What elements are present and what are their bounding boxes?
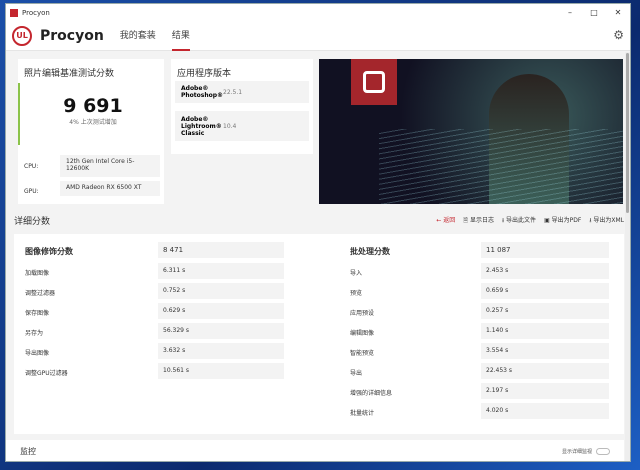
- test-label: 导出图像: [25, 350, 50, 357]
- test-time: 10.561 s: [158, 363, 284, 379]
- test-label: 智能预览: [350, 350, 375, 357]
- cpu-label: CPU:: [24, 163, 39, 170]
- gear-icon[interactable]: ⚙: [613, 28, 624, 42]
- export-xml-label: 导出为XML: [593, 216, 624, 224]
- right-section-title: 批处理分数: [350, 247, 390, 256]
- title-bar: Procyon – □ ✕: [6, 4, 630, 21]
- test-time: 0.257 s: [481, 303, 609, 319]
- scrollbar-thumb[interactable]: [626, 53, 629, 213]
- test-time: 6.311 s: [158, 263, 284, 279]
- test-label: 加载图像: [25, 270, 50, 277]
- back-label: 返回: [443, 216, 456, 224]
- versions-card: 应用程序版本 Adobe® Photoshop® 22.5.1 Adobe® Li…: [171, 59, 313, 154]
- close-button[interactable]: ✕: [606, 8, 630, 17]
- monitor-toggle-label: 显示详细监视: [561, 449, 592, 455]
- test-label: 另存为: [25, 330, 44, 337]
- test-label: 调整GPU过滤器: [25, 370, 68, 377]
- test-label: 编辑图像: [350, 330, 375, 337]
- details-panel: 图像修饰分数 8 471 批处理分数 11 087 加载图像 6.311 s 调整过…: [14, 234, 624, 434]
- app-name: Adobe® Photoshop®: [181, 85, 224, 99]
- test-time: 2.197 s: [481, 383, 609, 399]
- left-section-score: 8 471: [158, 242, 284, 258]
- monitor-title: 监控: [20, 447, 36, 456]
- export-file-label: 导出此文件: [506, 216, 537, 224]
- left-section-title: 图像修饰分数: [25, 247, 73, 256]
- app-version: 22.5.1: [223, 88, 243, 96]
- maximize-button[interactable]: □: [582, 8, 606, 17]
- back-button[interactable]: ← 返回: [436, 215, 455, 226]
- show-log-label: 显示日志: [470, 216, 495, 224]
- ul-logo: UL: [12, 25, 32, 46]
- monitor-bar: 监控 显示详细监视: [6, 440, 624, 461]
- brand-name: Procyon: [40, 27, 104, 44]
- monitor-toggle[interactable]: [596, 448, 610, 455]
- test-label: 调整过滤器: [25, 290, 56, 297]
- test-label: 保存图像: [25, 310, 50, 317]
- detail-toolbar: 详细分数 ← 返回 🗎 显示日志 ⭳ 导出此文件 ▣ 导出为PDF ⭳ 导出为X…: [6, 208, 624, 232]
- versions-title: 应用程序版本: [177, 69, 232, 79]
- cpu-value: 12th Gen Intel Core i5-12600K: [60, 155, 160, 177]
- score-indicator: [18, 83, 20, 145]
- data-waves: [379, 129, 623, 204]
- test-time: 56.329 s: [158, 323, 284, 339]
- test-time: 1.140 s: [481, 323, 609, 339]
- export-pdf-button[interactable]: ▣ 导出为PDF: [544, 215, 581, 226]
- overall-score: 9 691: [63, 95, 123, 117]
- gpu-label: GPU:: [24, 188, 39, 195]
- export-xml-button[interactable]: ⭳ 导出为XML: [589, 215, 624, 226]
- test-time: 0.752 s: [158, 283, 284, 299]
- app-name: Adobe® Lightroom® Classic: [181, 115, 222, 137]
- app-icon: [10, 8, 18, 17]
- app-version: 10.4: [223, 122, 237, 130]
- test-label: 导入: [350, 270, 363, 277]
- test-label: 导出: [350, 370, 363, 377]
- export-file-button[interactable]: ⭳ 导出此文件: [502, 215, 536, 226]
- test-label: 应用预设: [350, 310, 375, 317]
- app-header: UL Procyon 我的套装 结果 ⚙: [6, 21, 630, 51]
- test-time: 4.020 s: [481, 403, 609, 419]
- score-change: 4% 上次测试增加: [69, 119, 117, 126]
- export-pdf-label: 导出为PDF: [551, 216, 582, 224]
- test-label: 批量统计: [350, 410, 375, 417]
- test-label: 预览: [350, 290, 363, 297]
- test-time: 22.453 s: [481, 363, 609, 379]
- show-log-button[interactable]: 🗎 显示日志: [463, 215, 494, 226]
- ul-benchmark-icon: [351, 59, 397, 105]
- tab-my-suites[interactable]: 我的套装: [120, 21, 156, 51]
- window-title: Procyon: [22, 8, 50, 17]
- right-section-score: 11 087: [481, 242, 609, 258]
- gpu-value: AMD Radeon RX 6500 XT: [60, 181, 160, 196]
- version-row: Adobe® Lightroom® Classic 10.4: [175, 111, 309, 141]
- minimize-button[interactable]: –: [558, 8, 582, 17]
- hero-image: [319, 59, 623, 204]
- test-time: 3.554 s: [481, 343, 609, 359]
- test-time: 0.629 s: [158, 303, 284, 319]
- score-card: 照片编辑基准测试分数 9 691 4% 上次测试增加 CPU: 12th Gen…: [18, 59, 164, 204]
- test-time: 2.453 s: [481, 263, 609, 279]
- scrollbar[interactable]: [625, 52, 630, 461]
- tab-results[interactable]: 结果: [171, 21, 190, 51]
- test-time: 0.659 s: [481, 283, 609, 299]
- detail-title: 详细分数: [14, 216, 51, 227]
- test-time: 3.632 s: [158, 343, 284, 359]
- version-row: Adobe® Photoshop® 22.5.1: [175, 81, 309, 103]
- procyon-window: Procyon – □ ✕ UL Procyon 我的套装 结果 ⚙ 照片编辑基…: [5, 3, 631, 462]
- score-card-title: 照片编辑基准测试分数: [24, 69, 115, 79]
- test-label: 增强的详细信息: [350, 390, 393, 397]
